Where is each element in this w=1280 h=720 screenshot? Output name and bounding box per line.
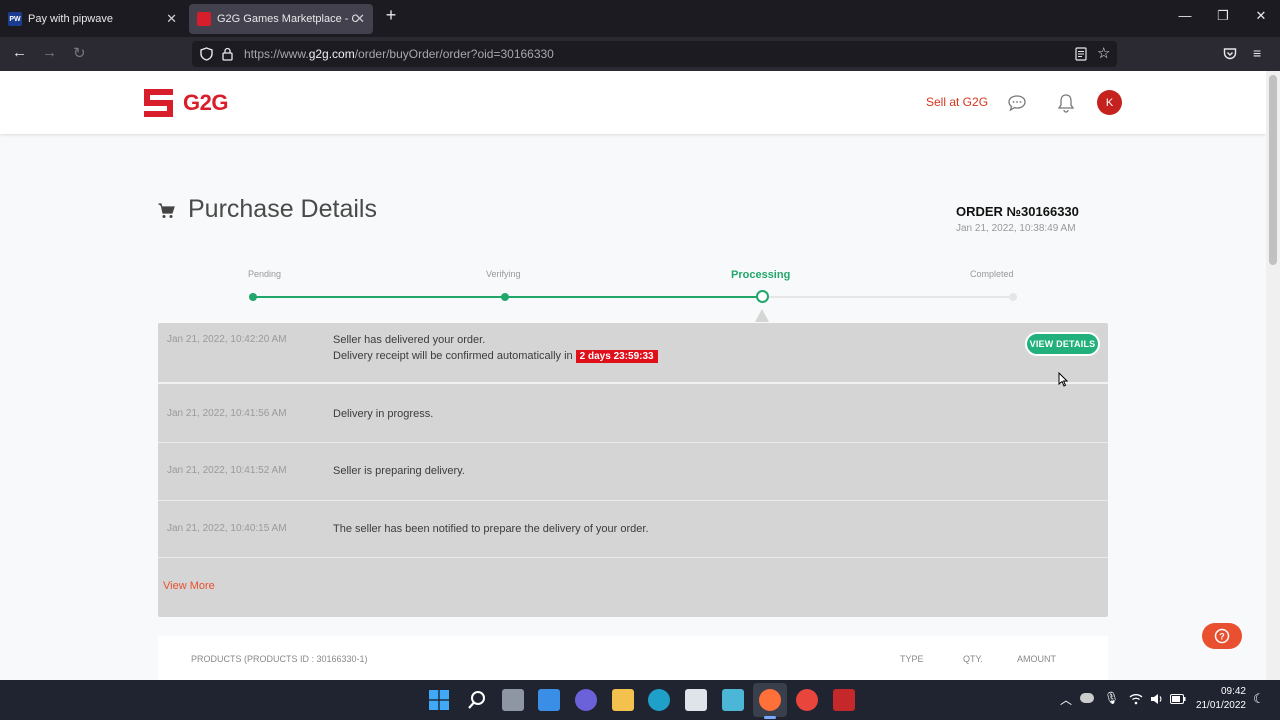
- step-label-pending: Pending: [248, 269, 282, 279]
- recorder-app-icon[interactable]: [833, 689, 855, 711]
- lock-icon[interactable]: [222, 47, 233, 61]
- pipwave-favicon-icon: PW: [8, 12, 22, 26]
- mouse-cursor-icon: [1058, 372, 1068, 387]
- shopping-cart-icon: [158, 203, 175, 218]
- event-row: Jan 21, 2022, 10:42:20 AM Seller has del…: [158, 323, 1108, 384]
- shield-icon[interactable]: [200, 47, 213, 61]
- notification-moon-icon[interactable]: ☾: [1253, 691, 1265, 707]
- windows-start-icon[interactable]: [429, 690, 449, 710]
- l-app-icon[interactable]: [722, 689, 744, 711]
- order-number: ORDER №30166330: [956, 204, 1079, 219]
- page-title: Purchase Details: [188, 195, 377, 223]
- tray-chevron-up-icon[interactable]: ︿: [1060, 691, 1072, 708]
- scrollbar-thumb[interactable]: [1269, 75, 1277, 265]
- reader-view-icon[interactable]: [1075, 47, 1087, 61]
- onedrive-icon[interactable]: [1080, 693, 1094, 703]
- svg-text:?: ?: [1219, 632, 1225, 642]
- step-dot-pending: [249, 293, 257, 301]
- column-type: TYPE: [900, 654, 924, 664]
- event-time: Jan 21, 2022, 10:42:20 AM: [167, 334, 287, 345]
- help-question-icon: ?: [1214, 628, 1230, 644]
- new-tab-button[interactable]: +: [381, 5, 401, 26]
- column-amount: AMOUNT: [1017, 654, 1056, 664]
- tab-pay-with-pipwave[interactable]: PW Pay with pipwave ✕: [0, 4, 185, 34]
- maximize-icon[interactable]: ❐: [1213, 8, 1233, 24]
- event-message: Delivery in progress.: [333, 408, 434, 420]
- logo-text: G2G: [183, 90, 228, 115]
- event-time: Jan 21, 2022, 10:40:15 AM: [167, 523, 287, 534]
- view-more-link[interactable]: View More: [163, 580, 215, 592]
- teams-chat-icon[interactable]: [575, 689, 597, 711]
- browser-nav-bar: ← → ↻ https://www.g2g.com/order/buyOrder…: [0, 37, 1280, 71]
- windows-taskbar: ︿ 🎙 09:42 21/01/2022 ☾: [0, 680, 1280, 720]
- microphone-icon[interactable]: 🎙: [1104, 691, 1119, 705]
- battery-icon[interactable]: [1170, 694, 1186, 704]
- step-label-verifying: Verifying: [486, 269, 521, 279]
- close-tab-icon[interactable]: ✕: [354, 11, 365, 27]
- taskbar-clock[interactable]: 09:42 21/01/2022: [1194, 685, 1246, 713]
- products-table-header: PRODUCTS (PRODUCTS ID : 30166330-1) TYPE…: [158, 636, 1108, 680]
- edge-browser-icon[interactable]: [648, 689, 670, 711]
- tab-label: G2G Games Marketplace - Ord: [217, 13, 357, 25]
- back-icon[interactable]: ←: [12, 44, 27, 61]
- reload-icon[interactable]: ↻: [73, 44, 86, 62]
- wifi-icon[interactable]: [1129, 693, 1143, 705]
- browser-tab-bar: PW Pay with pipwave ✕ G2G Games Marketpl…: [0, 0, 1280, 37]
- step-pointer: [755, 309, 769, 322]
- step-dot-verifying: [501, 293, 509, 301]
- column-qty: QTY.: [963, 654, 983, 664]
- g2g-favicon-icon: [197, 12, 211, 26]
- event-message: The seller has been notified to prepare …: [333, 523, 649, 535]
- firefox-icon[interactable]: [759, 689, 781, 711]
- tab-label: Pay with pipwave: [28, 13, 113, 25]
- event-row: Jan 21, 2022, 10:41:52 AM Seller is prep…: [158, 443, 1108, 501]
- event-message: Seller is preparing delivery.: [333, 465, 465, 477]
- clock-date: 21/01/2022: [1195, 700, 1246, 711]
- volume-icon[interactable]: [1150, 693, 1164, 705]
- clock-time: 09:42: [1220, 686, 1246, 697]
- url-text[interactable]: https://www.g2g.com/order/buyOrder/order…: [244, 47, 554, 61]
- g2g-logo[interactable]: G2G: [142, 87, 228, 119]
- order-date: Jan 21, 2022, 10:38:49 AM: [956, 223, 1076, 234]
- menu-hamburger-icon[interactable]: ≡: [1253, 45, 1261, 61]
- step-label-processing: Processing: [731, 269, 791, 281]
- search-icon[interactable]: [466, 689, 488, 711]
- bookmark-star-icon[interactable]: ☆: [1097, 44, 1110, 62]
- step-dot-completed: [1009, 293, 1017, 301]
- step-dot-processing: [756, 290, 769, 303]
- page-scrollbar[interactable]: [1266, 71, 1280, 680]
- event-message: Seller has delivered your order.: [333, 334, 486, 346]
- close-window-icon[interactable]: ✕: [1251, 8, 1271, 24]
- user-avatar[interactable]: K: [1097, 90, 1122, 115]
- help-button[interactable]: ?: [1202, 623, 1242, 649]
- chat-icon[interactable]: [1007, 94, 1027, 112]
- close-tab-icon[interactable]: ✕: [166, 11, 177, 27]
- pocket-icon[interactable]: [1223, 47, 1237, 61]
- event-message-line2: Delivery receipt will be confirmed autom…: [333, 350, 658, 363]
- view-details-button[interactable]: VIEW DETAILS: [1025, 332, 1100, 356]
- file-explorer-icon[interactable]: [612, 689, 634, 711]
- address-bar[interactable]: https://www.g2g.com/order/buyOrder/order…: [192, 41, 1117, 67]
- event-time: Jan 21, 2022, 10:41:56 AM: [167, 408, 287, 419]
- microsoft-store-icon[interactable]: [685, 689, 707, 711]
- sell-at-g2g-link[interactable]: Sell at G2G: [926, 95, 988, 109]
- countdown-timer: 2 days 23:59:33: [575, 350, 658, 363]
- step-label-completed: Completed: [970, 269, 1014, 279]
- chrome-icon[interactable]: [796, 689, 818, 711]
- products-header-label: PRODUCTS (PRODUCTS ID : 30166330-1): [191, 654, 368, 664]
- minimize-icon[interactable]: —: [1175, 8, 1195, 23]
- forward-icon[interactable]: →: [42, 44, 57, 61]
- event-row: Jan 21, 2022, 10:40:15 AM The seller has…: [158, 501, 1108, 558]
- tab-g2g-marketplace[interactable]: G2G Games Marketplace - Ord ✕: [189, 4, 373, 34]
- widgets-icon[interactable]: [538, 689, 560, 711]
- site-header: G2G Sell at G2G K: [0, 71, 1266, 134]
- active-app-indicator: [764, 716, 776, 719]
- order-events-panel: Jan 21, 2022, 10:42:20 AM Seller has del…: [158, 323, 1108, 617]
- event-time: Jan 21, 2022, 10:41:52 AM: [167, 465, 287, 476]
- g2g-logo-icon: [144, 89, 173, 117]
- page-viewport: G2G Sell at G2G K Purchase Details ORDER…: [0, 71, 1266, 680]
- notification-bell-icon[interactable]: [1057, 93, 1075, 113]
- event-row: Jan 21, 2022, 10:41:56 AM Delivery in pr…: [158, 386, 1108, 443]
- task-view-icon[interactable]: [502, 689, 524, 711]
